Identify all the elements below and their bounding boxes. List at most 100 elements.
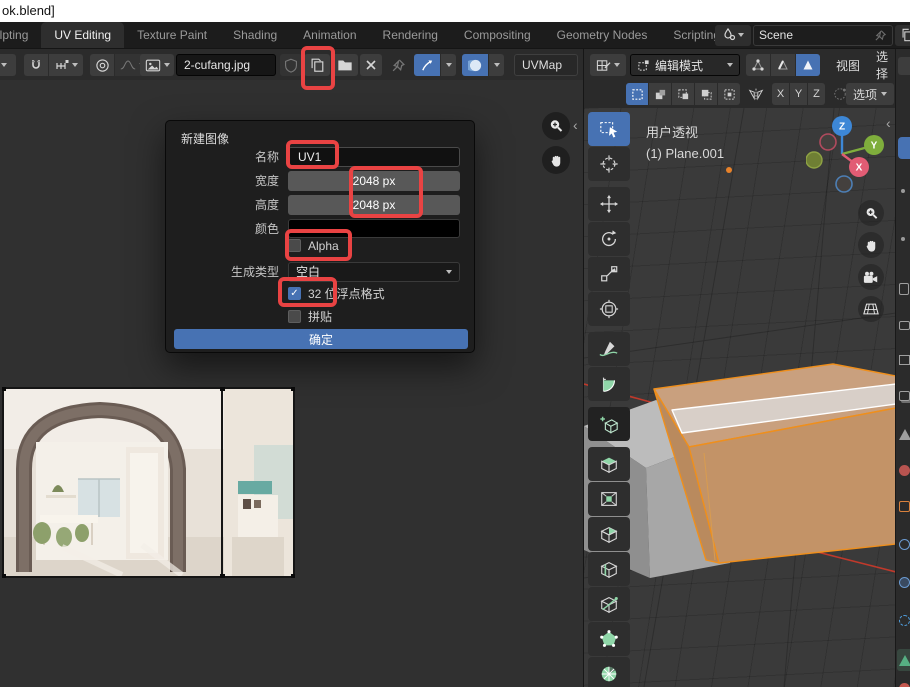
close-icon — [365, 59, 377, 71]
display-channels-toggle[interactable] — [462, 54, 488, 76]
menu-select[interactable]: 选择 — [872, 54, 895, 76]
display-channels-dropdown[interactable] — [489, 54, 504, 76]
tool-spin[interactable] — [588, 657, 630, 687]
tool-add-primitive[interactable] — [588, 407, 630, 441]
tool-move[interactable] — [588, 187, 630, 221]
tool-knife[interactable] — [588, 587, 630, 621]
uv-editor-type-button[interactable] — [0, 54, 16, 76]
uv-sidebar-collapse[interactable]: ‹ — [573, 118, 578, 132]
tool-extrude[interactable] — [588, 447, 630, 481]
tab-compositing[interactable]: Compositing — [451, 22, 544, 48]
select-mode-edge[interactable] — [771, 54, 795, 76]
uv-zoom-button[interactable] — [542, 112, 570, 140]
new-scene-button[interactable] — [895, 25, 910, 46]
mode-dropdown[interactable]: 编辑模式 — [630, 54, 740, 76]
viewport-zoom-button[interactable] — [858, 200, 884, 226]
magnet-icon — [28, 57, 44, 73]
props-active-tab[interactable] — [898, 137, 910, 159]
viewport-camera-button[interactable] — [858, 264, 884, 290]
props-tab-data-icon[interactable] — [899, 655, 910, 666]
viewport-grid-pen-icon — [596, 58, 611, 73]
scene-name-field[interactable]: Scene — [753, 25, 893, 46]
props-tab-material-icon[interactable] — [899, 683, 910, 687]
viewport-canvas[interactable]: 用户透视 (1) Plane.001 — [583, 108, 895, 687]
props-tab-physics-icon[interactable] — [899, 615, 910, 626]
tab-texture-paint[interactable]: Texture Paint — [124, 22, 220, 48]
viewport-pan-button[interactable] — [858, 232, 884, 258]
tool-rotate[interactable] — [588, 222, 630, 256]
tab-uv-editing[interactable]: UV Editing — [41, 22, 124, 48]
select-mode-face[interactable] — [796, 54, 820, 76]
tool-bevel[interactable] — [588, 517, 630, 551]
props-tab-view-layer-icon[interactable] — [899, 391, 910, 401]
select-option-subtract[interactable] — [672, 83, 694, 105]
options-dropdown[interactable]: 选项 — [846, 83, 894, 105]
tab-geometry-nodes[interactable]: Geometry Nodes — [544, 22, 661, 48]
image-browse-button[interactable] — [140, 54, 174, 76]
generated-type-label: 生成类型 — [166, 263, 288, 280]
navigation-gizmo[interactable]: Z Y X — [806, 114, 895, 196]
select-option-set[interactable] — [626, 83, 648, 105]
props-tab-render-icon[interactable] — [899, 321, 910, 330]
tiled-checkbox[interactable] — [288, 310, 301, 323]
tab-animation[interactable]: Animation — [290, 22, 369, 48]
tool-inset-faces[interactable] — [588, 482, 630, 516]
pin-image-button[interactable] — [388, 54, 408, 76]
tool-select-box[interactable] — [588, 112, 630, 146]
tool-poly-build[interactable] — [588, 622, 630, 656]
uv-editor-canvas[interactable]: ‹ 新建图像 名称 UV1 宽度 2048 px 高度 2048 px 颜色 — [0, 80, 583, 687]
props-tab-output-icon[interactable] — [899, 355, 910, 365]
select-option-intersect[interactable] — [718, 83, 740, 105]
viewport-ortho-toggle[interactable] — [858, 296, 884, 322]
select-option-extend[interactable] — [649, 83, 671, 105]
props-editor-type-button[interactable] — [898, 57, 910, 75]
uv-gizmo-toggle[interactable] — [414, 54, 440, 76]
gizmo-neg-z[interactable] — [836, 176, 852, 192]
image-name-field[interactable]: 2-cufang.jpg — [176, 54, 276, 76]
mirror-toggle[interactable] — [744, 83, 768, 105]
select-mode-vertex[interactable] — [746, 54, 770, 76]
tool-scale[interactable] — [588, 257, 630, 291]
open-image-button[interactable] — [332, 54, 358, 76]
tab-rendering[interactable]: Rendering — [370, 22, 451, 48]
props-tab-particles-icon[interactable] — [899, 577, 910, 588]
symmetry-z-toggle[interactable]: Z — [808, 83, 825, 105]
scene-browse-button[interactable] — [715, 25, 751, 46]
pin-icon[interactable] — [874, 29, 887, 42]
menu-view[interactable]: 视图 — [832, 54, 864, 76]
unlink-image-button[interactable] — [360, 54, 382, 76]
props-tab-world-icon[interactable] — [899, 465, 910, 476]
gizmo-neg-y[interactable] — [806, 152, 822, 168]
uvmap-field[interactable]: UVMap — [514, 54, 578, 76]
select-option-invert[interactable] — [695, 83, 717, 105]
viewport-editor-type-button[interactable] — [590, 54, 626, 76]
snap-toggle-button[interactable] — [24, 54, 48, 76]
props-tab-scene-icon[interactable] — [899, 429, 910, 440]
uv-gizmo-dropdown[interactable] — [441, 54, 456, 76]
tool-transform[interactable] — [588, 292, 630, 326]
props-tab-modifiers-icon[interactable] — [899, 539, 910, 550]
tab-sculpting[interactable]: Sculpting — [0, 22, 41, 48]
symmetry-y-toggle[interactable]: Y — [790, 83, 807, 105]
tool-measure[interactable] — [588, 367, 630, 401]
tab-shading[interactable]: Shading — [220, 22, 290, 48]
viewport-sidebar-collapse[interactable]: ‹ — [886, 116, 891, 130]
tool-loop-cut[interactable] — [588, 552, 630, 586]
chevron-down-icon — [446, 270, 452, 274]
proportional-edit-button[interactable] — [90, 54, 114, 76]
props-tab-object-icon[interactable] — [899, 501, 910, 512]
ok-button[interactable]: 确定 — [174, 329, 468, 349]
tool-cursor[interactable] — [588, 147, 630, 181]
tiled-label: 拼贴 — [308, 308, 332, 325]
symmetry-x-toggle[interactable]: X — [772, 83, 789, 105]
snap-target-dropdown[interactable] — [49, 54, 83, 76]
uv-image-preview[interactable] — [2, 387, 295, 578]
gizmo-neg-x[interactable] — [820, 134, 836, 150]
uv-pan-button[interactable] — [542, 146, 570, 174]
properties-tab-strip — [895, 48, 910, 687]
props-tab-tool-icon[interactable] — [899, 283, 909, 295]
tool-annotate[interactable] — [588, 332, 630, 366]
props-dot-icon — [901, 189, 905, 193]
chevron-down-icon — [727, 63, 733, 67]
fake-user-button[interactable] — [280, 54, 302, 76]
